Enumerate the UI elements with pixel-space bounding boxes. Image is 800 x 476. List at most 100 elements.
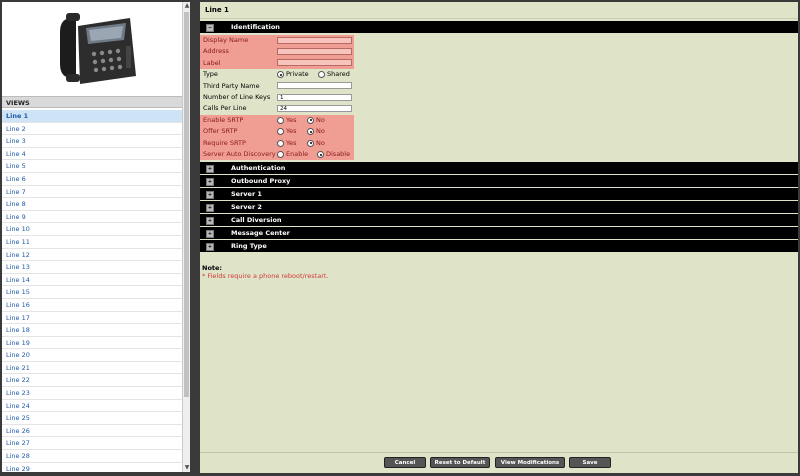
- sidebar-item-line-3[interactable]: Line 3: [2, 135, 182, 148]
- expand-icon[interactable]: +: [206, 217, 214, 225]
- field-label: Type: [203, 70, 218, 79]
- sidebar-item-line-22[interactable]: Line 22: [2, 374, 182, 388]
- sidebar-item-line-14[interactable]: Line 14: [2, 274, 182, 287]
- scroll-down-icon[interactable]: ▼: [183, 464, 191, 472]
- expand-icon[interactable]: +: [206, 165, 214, 173]
- sidebar-scrollbar[interactable]: ▲ ▼: [182, 2, 190, 472]
- calls-per-line-input[interactable]: 24: [277, 105, 352, 113]
- expand-icon[interactable]: +: [206, 191, 214, 199]
- display-name-input[interactable]: [277, 36, 352, 44]
- expand-icon[interactable]: +: [206, 230, 214, 238]
- field-label: Label: [203, 58, 221, 67]
- sidebar-item-line-27[interactable]: Line 27: [2, 437, 182, 451]
- expand-icon[interactable]: +: [206, 243, 214, 251]
- sidebar-item-line-16[interactable]: Line 16: [2, 299, 182, 312]
- sidebar-item-line-26[interactable]: Line 26: [2, 425, 182, 438]
- label-row: Label: [200, 57, 354, 70]
- sidebar-item-line-2[interactable]: Line 2: [2, 123, 182, 136]
- sidebar-item-line-17[interactable]: Line 17: [2, 312, 182, 325]
- require-srtp-yes-radio[interactable]: [277, 139, 284, 147]
- section-server-2[interactable]: + Server 2: [200, 201, 798, 213]
- reset-to-default-button[interactable]: Reset to Default: [430, 457, 490, 468]
- type-shared-radio[interactable]: [318, 71, 325, 79]
- section-title: Message Center: [231, 229, 290, 237]
- sidebar-item-line-24[interactable]: Line 24: [2, 400, 182, 413]
- require-srtp-no-radio[interactable]: [307, 139, 314, 147]
- sidebar-item-line-15[interactable]: Line 15: [2, 286, 182, 299]
- sidebar-item-line-13[interactable]: Line 13: [2, 261, 182, 274]
- section-outbound-proxy[interactable]: + Outbound Proxy: [200, 175, 798, 187]
- phone-image-panel: [2, 2, 182, 93]
- radio-label: No: [316, 115, 325, 124]
- sidebar-item-line-1[interactable]: Line 1: [2, 110, 182, 123]
- sidebar-item-line-23[interactable]: Line 23: [2, 387, 182, 400]
- collapse-icon[interactable]: −: [206, 24, 214, 32]
- sidebar-item-line-25[interactable]: Line 25: [2, 412, 182, 425]
- offer-srtp-no-radio[interactable]: [307, 128, 314, 136]
- auto-discovery-disable-radio[interactable]: [317, 151, 324, 158]
- sidebar-item-line-9[interactable]: Line 9: [2, 211, 182, 224]
- footer-bar: Cancel Reset to Default View Modificatio…: [200, 452, 798, 473]
- section-title: Server 2: [231, 203, 262, 211]
- sidebar-item-line-4[interactable]: Line 4: [2, 148, 182, 161]
- sidebar-item-line-28[interactable]: Line 28: [2, 450, 182, 463]
- expand-icon[interactable]: +: [206, 178, 214, 186]
- third-party-name-input[interactable]: [277, 82, 352, 90]
- sidebar-item-line-8[interactable]: Line 8: [2, 198, 182, 211]
- sidebar-item-line-21[interactable]: Line 21: [2, 362, 182, 375]
- type-private-radio[interactable]: [277, 71, 284, 79]
- sidebar-item-line-6[interactable]: Line 6: [2, 173, 182, 186]
- display-name-row: Display Name: [200, 35, 354, 47]
- section-message-center[interactable]: + Message Center: [200, 227, 798, 239]
- radio-label: No: [316, 138, 325, 147]
- cancel-button[interactable]: Cancel: [384, 457, 426, 468]
- field-label: Third Party Name: [203, 81, 260, 90]
- note-title: Note:: [202, 264, 223, 272]
- offer-srtp-row: Offer SRTP Yes No: [200, 126, 354, 138]
- sidebar-item-line-19[interactable]: Line 19: [2, 337, 182, 350]
- field-label: Display Name: [203, 36, 249, 44]
- scrollbar-thumb[interactable]: [184, 12, 189, 397]
- scroll-up-icon[interactable]: ▲: [183, 2, 191, 10]
- field-label: Address: [203, 47, 229, 56]
- sidebar-item-line-10[interactable]: Line 10: [2, 223, 182, 236]
- sidebar-item-line-5[interactable]: Line 5: [2, 160, 182, 173]
- save-button[interactable]: Save: [569, 457, 611, 468]
- section-authentication[interactable]: + Authentication: [200, 162, 798, 174]
- field-label: Server Auto Discovery: [203, 150, 276, 158]
- third-party-name-row: Third Party Name: [200, 81, 354, 92]
- sidebar-item-line-12[interactable]: Line 12: [2, 249, 182, 262]
- sidebar-item-line-29[interactable]: Line 29: [2, 463, 182, 472]
- section-title: Identification: [231, 23, 280, 31]
- sidebar-item-line-18[interactable]: Line 18: [2, 324, 182, 337]
- desk-phone-image: [60, 13, 136, 84]
- enable-srtp-yes-radio[interactable]: [277, 116, 284, 124]
- radio-label: Yes: [286, 138, 297, 147]
- offer-srtp-yes-radio[interactable]: [277, 128, 284, 136]
- radio-label: Enable: [286, 150, 309, 158]
- address-input[interactable]: [277, 48, 352, 56]
- section-title: Call Diversion: [231, 216, 282, 224]
- auto-discovery-enable-radio[interactable]: [277, 151, 284, 158]
- section-identification[interactable]: − Identification: [200, 21, 798, 33]
- field-label: Calls Per Line: [203, 104, 247, 113]
- sidebar-item-line-11[interactable]: Line 11: [2, 236, 182, 249]
- radio-label: Shared: [327, 70, 350, 79]
- sidebar-item-line-20[interactable]: Line 20: [2, 349, 182, 362]
- label-input[interactable]: [277, 59, 352, 67]
- section-call-diversion[interactable]: + Call Diversion: [200, 214, 798, 226]
- sidebar-item-line-7[interactable]: Line 7: [2, 186, 182, 199]
- server-auto-discovery-row: Server Auto Discovery Enable Disable: [200, 149, 354, 161]
- address-row: Address: [200, 46, 354, 58]
- radio-label: Disable: [326, 150, 351, 158]
- expand-icon[interactable]: +: [206, 204, 214, 212]
- section-server-1[interactable]: + Server 1: [200, 188, 798, 200]
- enable-srtp-no-radio[interactable]: [307, 116, 314, 124]
- radio-label: No: [316, 127, 325, 136]
- num-line-keys-input[interactable]: 1: [277, 93, 352, 101]
- field-label: Enable SRTP: [203, 115, 244, 124]
- field-label: Number of Line Keys: [203, 93, 271, 101]
- section-title: Ring Type: [231, 242, 267, 250]
- view-modifications-button[interactable]: View Modifications: [495, 457, 565, 468]
- section-ring-type[interactable]: + Ring Type: [200, 240, 798, 252]
